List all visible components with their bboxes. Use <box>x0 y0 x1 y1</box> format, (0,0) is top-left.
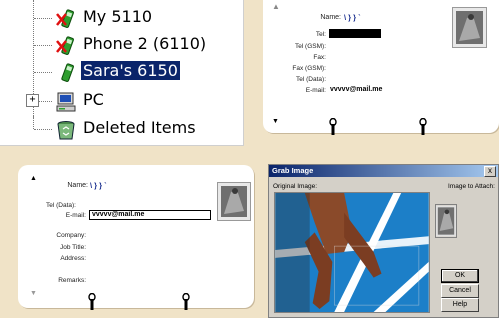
close-button[interactable]: x <box>484 166 496 177</box>
attach-image-preview <box>435 204 457 238</box>
field-label: Remarks: <box>58 277 86 284</box>
binder-ring-icon <box>182 293 190 310</box>
field-label: Tel (Data): <box>296 76 326 83</box>
dialog-title: Grab Image <box>272 166 314 175</box>
recycle-bin-icon <box>57 121 75 140</box>
phone-disconnected-icon <box>56 9 74 28</box>
field-label: Fax: <box>313 54 326 61</box>
tel-field-redacted[interactable] <box>329 29 381 38</box>
field-label: Company: <box>56 232 86 239</box>
grab-image-dialog: Grab Image x Original Image: Image to At… <box>268 164 499 318</box>
phone-disconnected-icon <box>56 36 74 55</box>
tree-item-saras-6150[interactable]: Sara's 6150 <box>0 59 240 85</box>
field-label: Tel (GSM): <box>294 43 326 50</box>
original-image-label: Original Image: <box>273 183 318 190</box>
tree-item-pc[interactable]: + PC <box>0 88 240 114</box>
name-value: \ } } ` <box>90 181 107 190</box>
computer-icon <box>56 92 76 112</box>
scroll-down-icon[interactable]: ▼ <box>272 118 279 125</box>
attach-image-label: Image to Attach: <box>448 183 495 190</box>
tree-item-label: My 5110 <box>83 7 153 26</box>
email-value[interactable]: vvvvv@mail.me <box>330 86 382 93</box>
tree-item-deleted-items[interactable]: Deleted Items <box>0 116 240 142</box>
name-value: \ } } ` <box>344 13 361 22</box>
ok-button[interactable]: OK <box>441 269 479 283</box>
tree-item-label: PC <box>83 90 104 109</box>
help-button[interactable]: Help <box>441 298 479 312</box>
name-label: Name: <box>320 14 341 21</box>
name-label: Name: <box>67 182 88 189</box>
contact-photo <box>452 7 487 48</box>
phone-icon <box>61 63 74 82</box>
contact-card-details: ▲ Name: \ } } ` Tel (Data): E-mail: vvvv… <box>18 165 254 310</box>
field-label: Fax (GSM): <box>292 65 326 72</box>
contact-photo <box>217 182 251 221</box>
cancel-button[interactable]: Cancel <box>441 284 479 298</box>
field-label: E-mail: <box>65 212 86 219</box>
device-tree: My 5110 Phone 2 (6110) Sara's 6150 + PC <box>0 0 244 146</box>
binder-ring-icon <box>329 118 337 135</box>
field-label: Address: <box>60 255 86 262</box>
tree-item-label: Phone 2 (6110) <box>83 34 207 53</box>
dialog-titlebar[interactable]: Grab Image x <box>269 165 498 177</box>
scroll-up-icon[interactable]: ▲ <box>30 175 37 182</box>
field-label: Job Title: <box>59 244 86 251</box>
tree-item-my-5110[interactable]: My 5110 <box>0 5 240 31</box>
email-input[interactable]: vvvvv@mail.me <box>89 210 211 220</box>
tree-item-label-selected: Sara's 6150 <box>80 60 181 81</box>
scroll-down-icon[interactable]: ▼ <box>30 290 37 297</box>
original-image[interactable] <box>274 192 430 313</box>
field-label: Tel (Data): <box>46 202 76 209</box>
contact-card-phones: ▲ Name: \ } } ` Tel: Tel (GSM): Fax: Fax… <box>263 0 499 135</box>
expand-icon[interactable]: + <box>26 94 39 107</box>
tree-item-phone-2[interactable]: Phone 2 (6110) <box>0 32 240 58</box>
tree-item-label: Deleted Items <box>83 118 196 137</box>
field-label: E-mail: <box>305 87 326 94</box>
binder-ring-icon <box>88 293 96 310</box>
binder-ring-icon <box>419 118 427 135</box>
field-label: Tel: <box>315 31 326 38</box>
scroll-up-icon[interactable]: ▲ <box>272 2 280 11</box>
